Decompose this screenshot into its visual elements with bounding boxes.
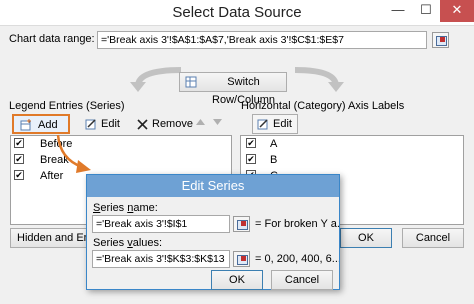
add-series-button[interactable]: Add bbox=[12, 114, 70, 134]
collapse-dialog-icon[interactable] bbox=[233, 216, 250, 232]
edit-axis-button[interactable]: Edit bbox=[252, 114, 298, 134]
remove-series-label: Remove bbox=[152, 118, 193, 130]
switch-row-column-button[interactable]: Switch Row/Column bbox=[179, 72, 287, 106]
series-checkbox[interactable]: ✔ bbox=[14, 170, 24, 180]
edit-series-dialog: Edit Series Series name: ='Break axis 3'… bbox=[86, 174, 340, 290]
ok-button[interactable]: OK bbox=[340, 228, 392, 248]
add-series-label: Add bbox=[38, 119, 58, 131]
edit-axis-label: Edit bbox=[273, 118, 292, 130]
collapse-dialog-icon[interactable] bbox=[432, 32, 449, 48]
cancel-button[interactable]: Cancel bbox=[402, 228, 464, 248]
edit-icon bbox=[85, 119, 96, 130]
series-values-input[interactable]: ='Break axis 3'!$K$3:$K$13 bbox=[92, 250, 230, 268]
curved-arrow-left-icon bbox=[130, 67, 182, 92]
series-name-label: Series name: bbox=[93, 202, 158, 214]
series-values-result: = 0, 200, 400, 6... bbox=[255, 253, 339, 265]
close-button[interactable]: ✕ bbox=[440, 0, 474, 22]
minimize-button[interactable]: — bbox=[384, 0, 412, 22]
edit-series-ok-button[interactable]: OK bbox=[211, 270, 263, 290]
remove-icon bbox=[137, 119, 148, 130]
switch-icon bbox=[185, 76, 197, 88]
series-values-label: Series values: bbox=[93, 237, 163, 249]
pointer-arrow-icon bbox=[56, 134, 91, 173]
axis-item-label[interactable]: A bbox=[270, 138, 277, 150]
curved-arrow-right-icon bbox=[294, 67, 344, 92]
axis-checkbox[interactable]: ✔ bbox=[246, 138, 256, 148]
chart-range-input[interactable]: ='Break axis 3'!$A$1:$A$7,'Break axis 3'… bbox=[97, 31, 427, 49]
add-icon bbox=[20, 119, 31, 131]
move-up-icon[interactable] bbox=[196, 119, 205, 126]
edit-series-cancel-button[interactable]: Cancel bbox=[271, 270, 333, 290]
series-checkbox[interactable]: ✔ bbox=[14, 154, 24, 164]
collapse-dialog-icon[interactable] bbox=[233, 251, 250, 267]
remove-series-button[interactable]: Remove bbox=[132, 114, 193, 134]
axis-item-label[interactable]: B bbox=[270, 154, 277, 166]
edit-series-label: Edit bbox=[101, 118, 120, 130]
edit-series-button[interactable]: Edit bbox=[80, 114, 126, 134]
series-name-input[interactable]: ='Break axis 3'!$I$1 bbox=[92, 215, 230, 233]
edit-series-title: Edit Series bbox=[87, 175, 339, 197]
series-checkbox[interactable]: ✔ bbox=[14, 138, 24, 148]
move-down-icon[interactable] bbox=[213, 119, 222, 126]
series-name-result: = For broken Y a... bbox=[255, 218, 339, 230]
axis-labels-heading: Horizontal (Category) Axis Labels bbox=[241, 100, 405, 112]
legend-heading: Legend Entries (Series) bbox=[9, 100, 125, 112]
edit-icon bbox=[257, 119, 268, 130]
maximize-button[interactable]: ☐ bbox=[412, 0, 440, 22]
axis-checkbox[interactable]: ✔ bbox=[246, 154, 256, 164]
chart-range-label: Chart data range: bbox=[9, 33, 95, 45]
